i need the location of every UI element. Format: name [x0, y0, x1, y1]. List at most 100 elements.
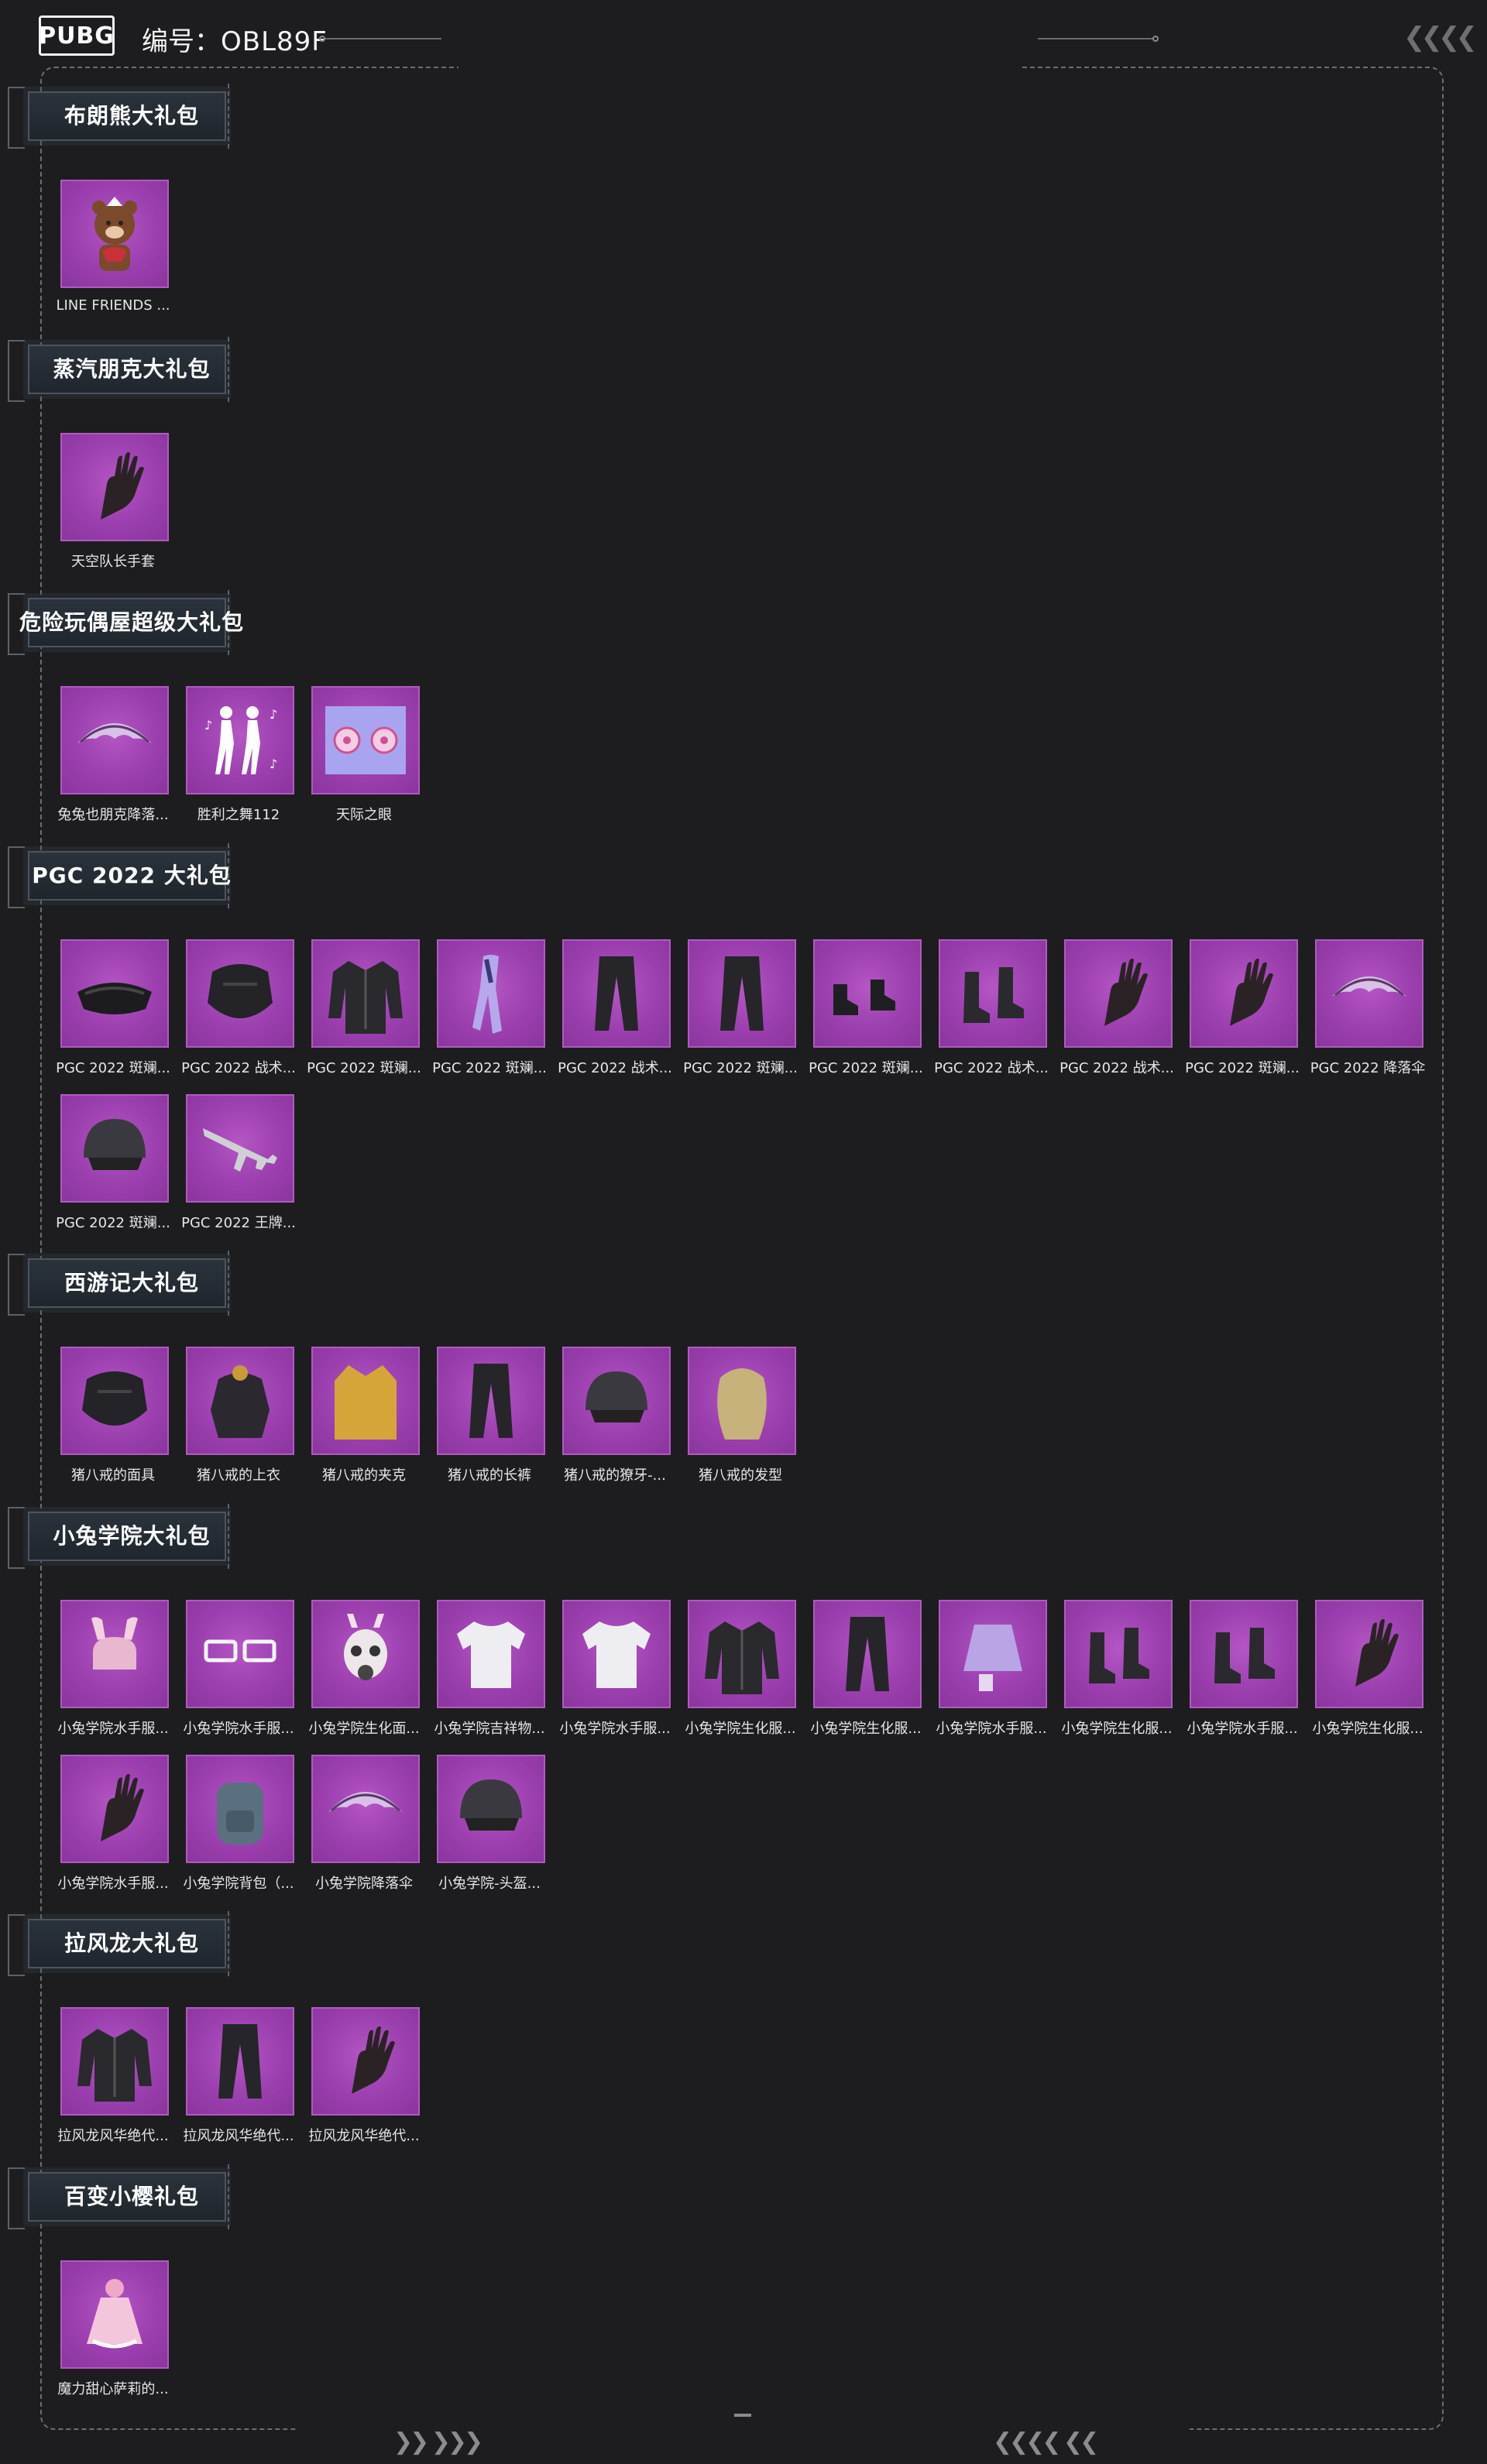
item-tile[interactable]	[939, 1600, 1047, 1708]
item-tile[interactable]	[311, 2007, 420, 2116]
item-card[interactable]: 天空队长手套	[50, 433, 177, 575]
item-tile[interactable]	[186, 1755, 294, 1863]
item-card[interactable]: 小兔学院水手服...	[175, 1600, 302, 1742]
item-card[interactable]: ♪ ♪ ♪ 胜利之舞112	[175, 686, 302, 829]
item-tile[interactable]	[60, 939, 169, 1048]
item-card[interactable]: PGC 2022 战术...	[175, 939, 302, 1082]
item-card[interactable]: 小兔学院生化服...	[1304, 1600, 1431, 1742]
glove-icon	[352, 2026, 395, 2094]
item-card[interactable]: PGC 2022 斑斓...	[677, 939, 804, 1082]
item-tile[interactable]	[813, 1600, 922, 1708]
item-card[interactable]: PGC 2022 斑斓...	[802, 939, 929, 1082]
item-tile[interactable]	[60, 686, 169, 794]
item-card[interactable]: PGC 2022 斑斓...	[50, 939, 177, 1082]
item-tile[interactable]	[60, 180, 169, 288]
item-tile[interactable]	[311, 1600, 420, 1708]
item-card[interactable]: PGC 2022 王牌...	[175, 1094, 302, 1237]
item-tile[interactable]	[1315, 1600, 1423, 1708]
item-label: 胜利之舞112	[197, 807, 280, 823]
item-tile[interactable]	[60, 1600, 169, 1708]
section-title: PGC 2022 大礼包	[32, 863, 232, 888]
item-card[interactable]: PGC 2022 斑斓...	[426, 939, 553, 1082]
pants-icon	[595, 956, 638, 1031]
item-tile[interactable]	[688, 1347, 796, 1455]
item-tile[interactable]	[186, 939, 294, 1048]
item-card[interactable]: 小兔学院吉祥物...	[426, 1600, 553, 1742]
item-tile[interactable]	[186, 1600, 294, 1708]
item-card[interactable]: PGC 2022 斑斓...	[1179, 939, 1306, 1082]
item-card[interactable]: 小兔学院水手服...	[50, 1755, 177, 1897]
item-card[interactable]: PGC 2022 战术...	[928, 939, 1055, 1082]
item-tile[interactable]	[60, 2260, 169, 2369]
item-tile[interactable]	[60, 433, 169, 541]
item-tile[interactable]	[1315, 939, 1423, 1048]
item-tile[interactable]	[437, 1600, 545, 1708]
item-tile[interactable]	[939, 939, 1047, 1048]
item-card[interactable]: 小兔学院生化服...	[802, 1600, 929, 1742]
item-tile[interactable]	[1190, 939, 1298, 1048]
jacket-icon	[77, 2029, 152, 2102]
section-title: 百变小樱礼包	[64, 2184, 199, 2209]
item-card[interactable]: 小兔学院水手服...	[50, 1600, 177, 1742]
item-tile[interactable]	[60, 2007, 169, 2116]
item-tile[interactable]	[437, 939, 545, 1048]
item-tile[interactable]	[311, 686, 420, 794]
item-tile[interactable]	[813, 939, 922, 1048]
glove-icon	[101, 1773, 144, 1841]
item-card[interactable]: 拉风龙风华绝代...	[300, 2007, 428, 2150]
item-card[interactable]: LINE FRIENDS ...	[50, 180, 177, 322]
item-tile[interactable]	[186, 2007, 294, 2116]
item-tile[interactable]	[311, 939, 420, 1048]
item-card[interactable]: 拉风龙风华绝代...	[50, 2007, 177, 2150]
item-card[interactable]: 小兔学院降落伞	[300, 1755, 428, 1897]
item-card[interactable]: 猪八戒的上衣	[175, 1347, 302, 1489]
section-header: 百变小樱礼包	[0, 2158, 232, 2236]
item-card[interactable]: 猪八戒的发型	[677, 1347, 804, 1489]
item-tile[interactable]	[186, 1094, 294, 1203]
mask-icon	[208, 964, 273, 1018]
item-card[interactable]: PGC 2022 战术...	[1053, 939, 1180, 1082]
item-card[interactable]: 小兔学院生化服...	[1053, 1600, 1180, 1742]
item-card[interactable]: 小兔学院-头盔...	[426, 1755, 553, 1897]
item-card[interactable]: 猪八戒的长裤	[426, 1347, 553, 1489]
item-tile[interactable]	[1190, 1600, 1298, 1708]
serial-label: 编号：	[142, 26, 221, 57]
item-card[interactable]: 猪八戒的面具	[50, 1347, 177, 1489]
item-card[interactable]: 小兔学院水手服...	[1179, 1600, 1306, 1742]
item-card[interactable]: PGC 2022 战术...	[551, 939, 678, 1082]
item-card[interactable]: 小兔学院水手服...	[551, 1600, 678, 1742]
item-tile[interactable]	[688, 939, 796, 1048]
item-tile[interactable]: ♪ ♪ ♪	[186, 686, 294, 794]
item-card[interactable]: PGC 2022 斑斓...	[50, 1094, 177, 1237]
item-tile[interactable]	[562, 939, 671, 1048]
item-tile[interactable]	[1064, 1600, 1173, 1708]
item-card[interactable]: 小兔学院背包（...	[175, 1755, 302, 1897]
rifle-icon	[203, 1128, 277, 1172]
item-tile[interactable]	[1064, 939, 1173, 1048]
item-card[interactable]: 小兔学院生化服...	[677, 1600, 804, 1742]
item-tile[interactable]	[562, 1347, 671, 1455]
item-tile[interactable]	[186, 1347, 294, 1455]
item-tile[interactable]	[562, 1600, 671, 1708]
item-card[interactable]: 兔兔也朋克降落...	[50, 686, 177, 829]
shirt-icon	[457, 1622, 525, 1688]
item-card[interactable]: 猪八戒的夹克	[300, 1347, 428, 1489]
item-card[interactable]: 小兔学院水手服...	[928, 1600, 1055, 1742]
item-card[interactable]: 拉风龙风华绝代...	[175, 2007, 302, 2150]
item-tile[interactable]	[60, 1347, 169, 1455]
item-tile[interactable]	[437, 1347, 545, 1455]
item-label: LINE FRIENDS ...	[56, 297, 170, 314]
item-tile[interactable]	[311, 1347, 420, 1455]
item-card[interactable]: PGC 2022 斑斓...	[300, 939, 428, 1082]
item-card[interactable]: 魔力甜心萨莉的...	[50, 2260, 177, 2403]
item-tile[interactable]	[60, 1755, 169, 1863]
item-tile[interactable]	[311, 1755, 420, 1863]
item-card[interactable]: PGC 2022 降落伞	[1304, 939, 1431, 1082]
item-card[interactable]: 小兔学院生化面...	[300, 1600, 428, 1742]
footer-handle	[734, 2414, 751, 2417]
item-tile[interactable]	[688, 1600, 796, 1708]
item-tile[interactable]	[60, 1094, 169, 1203]
item-card[interactable]: 天际之眼	[300, 686, 428, 829]
item-card[interactable]: 猪八戒的獠牙-...	[551, 1347, 678, 1489]
item-tile[interactable]	[437, 1755, 545, 1863]
